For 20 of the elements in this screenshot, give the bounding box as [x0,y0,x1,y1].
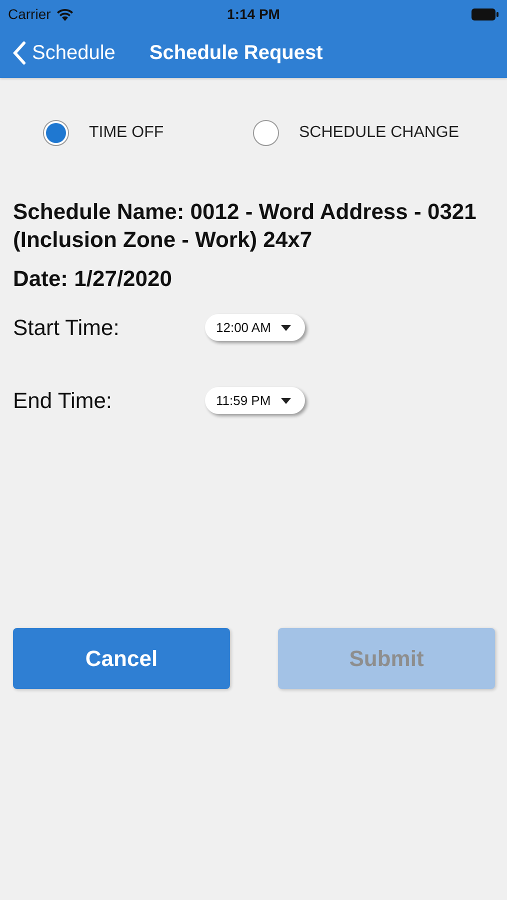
time-picker[interactable]: 11:59 PM [205,387,305,414]
carrier-label: Carrier [8,6,51,22]
cancel-button[interactable]: Cancel [13,628,230,689]
screen-title: Schedule Request [149,42,323,64]
radio-option[interactable]: SCHEDULE CHANGE [253,120,463,146]
wifi-icon [56,8,74,20]
time-label: Start Time: [13,314,120,340]
date-label: Date: 1/27/2020 [13,266,173,292]
radio-option[interactable]: TIME OFF [43,120,253,146]
schedule-name: Schedule Name: 0012 - Word Address - 0321 (Inclusion Zone - Work) 24x7 [13,198,478,254]
radio-button[interactable] [43,120,69,146]
caret-down-icon [280,398,291,404]
clock-time: 1:14 PM [227,6,280,22]
battery-icon [471,8,500,20]
time-label: End Time: [13,388,114,414]
time-picker[interactable]: 12:00 AM [205,314,305,341]
chevron-left-icon [12,41,26,65]
back-button[interactable]: Schedule [12,41,116,65]
caret-down-icon [280,324,291,330]
radio-button[interactable] [253,120,279,146]
